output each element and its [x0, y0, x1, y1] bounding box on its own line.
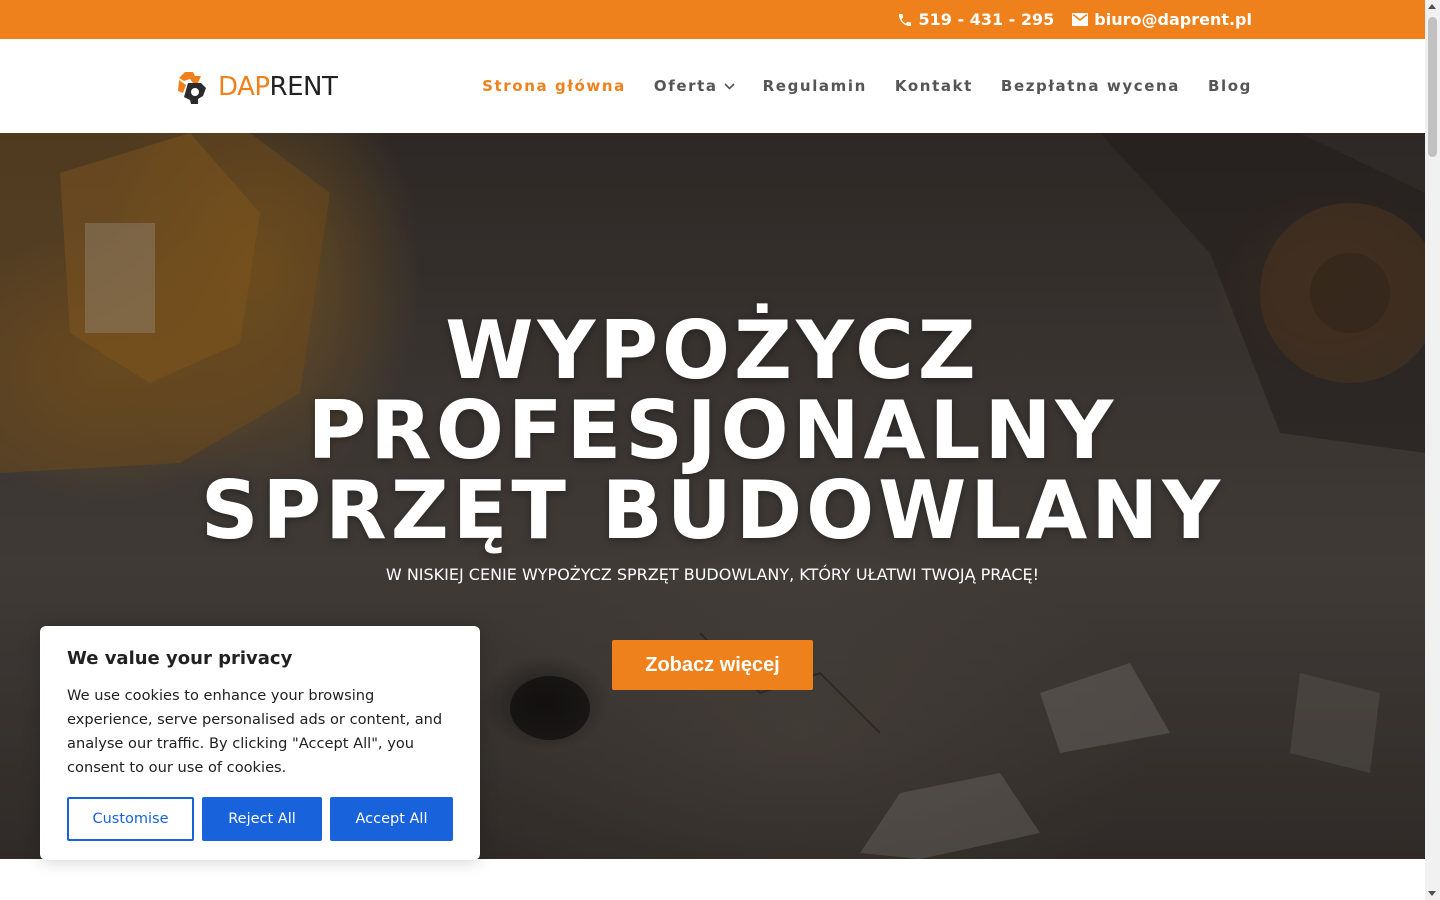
nav-item-label: Blog	[1207, 77, 1252, 95]
phone-icon	[898, 13, 911, 26]
logo-text-dap: DAP	[218, 72, 270, 102]
cookie-consent-popup: We value your privacy We use cookies to …	[40, 626, 480, 860]
logo-link[interactable]: DAPRENT	[176, 69, 338, 105]
email-link[interactable]: biuro@daprent.pl	[1072, 10, 1252, 29]
nav-item-free-quote[interactable]: Bezpłatna wycena	[1001, 77, 1180, 95]
scroll-thumb[interactable]	[1428, 17, 1437, 157]
envelope-icon	[1072, 13, 1089, 26]
main-nav: Strona główna Oferta Regulamin Kontakt B…	[482, 77, 1252, 95]
nav-item-label: Kontakt	[894, 77, 973, 95]
reject-all-button[interactable]: Reject All	[202, 797, 322, 841]
customise-button[interactable]: Customise	[67, 797, 194, 841]
hero-title-line: SPRZĘT BUDOWLANY	[200, 464, 1225, 557]
hero-subtitle: W NISKIEJ CENIE WYPOŻYCZ SPRZĘT BUDOWLAN…	[385, 565, 1040, 584]
gear-logo-icon	[178, 72, 206, 104]
site-header: DAPRENT Strona główna Oferta Regulamin K…	[0, 39, 1425, 133]
phone-link[interactable]: 519 - 431 - 295	[897, 10, 1055, 29]
nav-item-label: Strona główna	[482, 77, 626, 95]
nav-item-label: Oferta	[653, 77, 718, 95]
see-more-button[interactable]: Zobacz więcej	[612, 640, 813, 690]
nav-item-offer[interactable]: Oferta	[654, 77, 735, 95]
chevron-down-icon	[724, 82, 735, 90]
nav-item-label: Regulamin	[762, 77, 867, 95]
nav-item-home[interactable]: Strona główna	[482, 77, 626, 95]
nav-item-blog[interactable]: Blog	[1208, 77, 1252, 95]
nav-item-contact[interactable]: Kontakt	[895, 77, 973, 95]
hero-title-line: PROFESJONALNY	[307, 384, 1118, 477]
logo-text: DAPRENT	[218, 72, 338, 102]
nav-item-label: Bezpłatna wycena	[1000, 77, 1180, 95]
cookie-description: We use cookies to enhance your browsing …	[67, 687, 443, 776]
hero-title: WYPOŻYCZ PROFESJONALNY SPRZĘT BUDOWLANY	[0, 311, 1425, 551]
hero-title-line: WYPOŻYCZ	[445, 304, 980, 397]
logo-text-rent: RENT	[269, 72, 338, 102]
cookie-actions: Customise Reject All Accept All	[67, 797, 453, 841]
accept-all-button[interactable]: Accept All	[330, 797, 453, 841]
page-scrollbar[interactable]	[1425, 0, 1440, 900]
cookie-title: We value your privacy	[67, 648, 293, 669]
email-address: biuro@daprent.pl	[1094, 10, 1252, 29]
scroll-up-arrow-icon[interactable]	[1428, 4, 1436, 9]
phone-number: 519 - 431 - 295	[918, 10, 1055, 29]
scroll-down-arrow-icon[interactable]	[1428, 891, 1436, 896]
top-contact-bar: 519 - 431 - 295 biuro@daprent.pl	[0, 0, 1425, 39]
nav-item-terms[interactable]: Regulamin	[763, 77, 867, 95]
